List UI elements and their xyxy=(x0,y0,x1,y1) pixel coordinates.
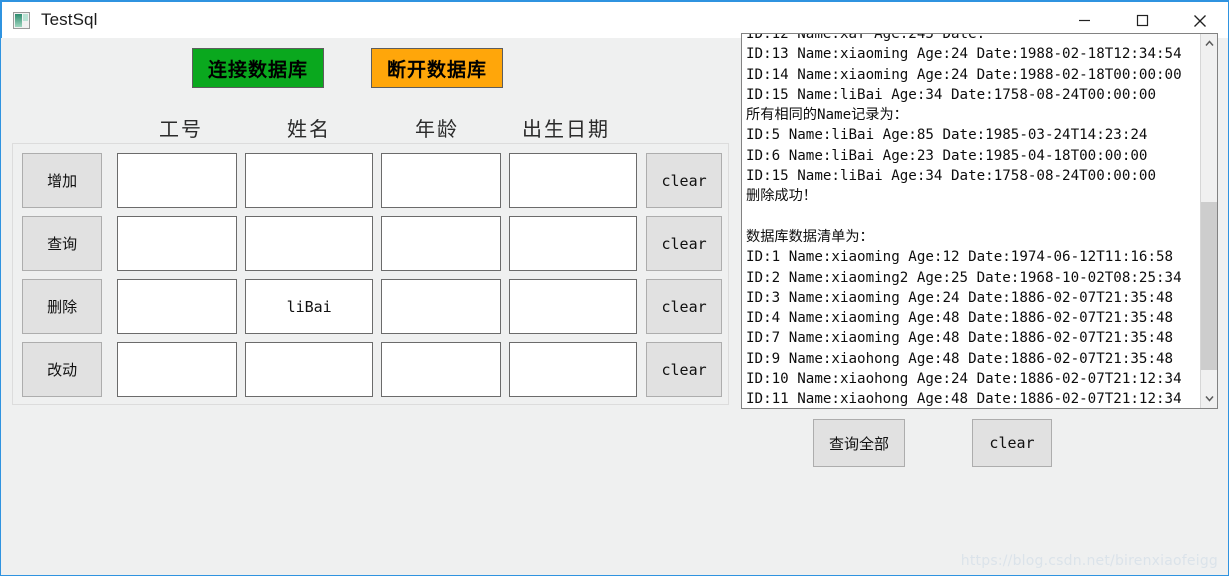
delete-record-button[interactable]: 删除 xyxy=(22,279,103,334)
log-output-text[interactable]: ID:12 Name:xaf Age:245 Date: ID:13 Name:… xyxy=(742,34,1200,408)
table-row: 删除 clear xyxy=(22,279,722,334)
modify-record-button[interactable]: 改动 xyxy=(22,342,103,397)
window-title: TestSql xyxy=(41,10,98,29)
delete-employee-id-input[interactable] xyxy=(117,279,238,334)
column-header-name: 姓名 xyxy=(287,117,331,141)
app-window: TestSql 连接数据库 断开数据库 工号 姓名 年龄 出生日期 增加 cle… xyxy=(0,0,1229,576)
add-birthdate-input[interactable] xyxy=(509,153,638,208)
log-output-panel: ID:12 Name:xaf Age:245 Date: ID:13 Name:… xyxy=(741,33,1218,409)
clear-modify-row-button[interactable]: clear xyxy=(646,342,722,397)
table-row: 改动 clear xyxy=(22,342,722,397)
clear-add-row-button[interactable]: clear xyxy=(646,153,722,208)
delete-age-input[interactable] xyxy=(381,279,502,334)
grid-column-headers: 工号 姓名 年龄 出生日期 xyxy=(1,113,729,143)
query-name-input[interactable] xyxy=(245,216,374,271)
scroll-up-icon[interactable] xyxy=(1201,35,1217,52)
query-age-input[interactable] xyxy=(381,216,502,271)
delete-name-input[interactable] xyxy=(245,279,374,334)
disconnect-database-button[interactable]: 断开数据库 xyxy=(371,48,503,88)
query-record-button[interactable]: 查询 xyxy=(22,216,103,271)
table-row: 增加 clear xyxy=(22,153,722,208)
column-header-birthdate: 出生日期 xyxy=(522,117,610,141)
modify-employee-id-input[interactable] xyxy=(117,342,238,397)
query-birthdate-input[interactable] xyxy=(509,216,638,271)
clear-log-button[interactable]: clear xyxy=(972,419,1052,467)
connect-database-button[interactable]: 连接数据库 xyxy=(192,48,324,88)
app-tile-icon xyxy=(13,11,30,29)
modify-age-input[interactable] xyxy=(381,342,502,397)
add-record-button[interactable]: 增加 xyxy=(22,153,103,208)
log-scrollbar[interactable] xyxy=(1200,34,1217,408)
add-employee-id-input[interactable] xyxy=(117,153,238,208)
record-form-panel: 增加 clear 查询 clear 删除 clear 改动 xyxy=(12,143,729,405)
column-header-age: 年龄 xyxy=(415,117,459,141)
scroll-down-icon[interactable] xyxy=(1201,390,1217,407)
modify-name-input[interactable] xyxy=(245,342,374,397)
modify-birthdate-input[interactable] xyxy=(509,342,638,397)
clear-delete-row-button[interactable]: clear xyxy=(646,279,722,334)
add-age-input[interactable] xyxy=(381,153,502,208)
add-name-input[interactable] xyxy=(245,153,374,208)
query-employee-id-input[interactable] xyxy=(117,216,238,271)
query-all-button[interactable]: 查询全部 xyxy=(813,419,905,467)
table-row: 查询 clear xyxy=(22,216,722,271)
clear-query-row-button[interactable]: clear xyxy=(646,216,722,271)
watermark: https://blog.csdn.net/birenxiaofeigg xyxy=(960,553,1218,569)
delete-birthdate-input[interactable] xyxy=(509,279,638,334)
scrollbar-thumb[interactable] xyxy=(1201,202,1217,370)
column-header-employee-id: 工号 xyxy=(159,117,203,141)
